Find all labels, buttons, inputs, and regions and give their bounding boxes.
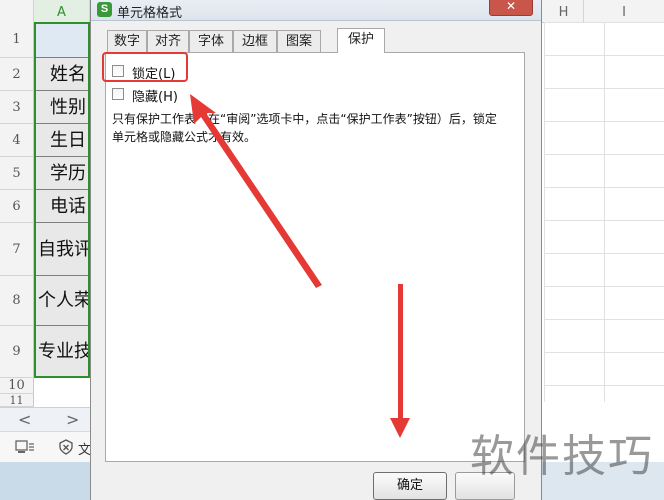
view-toggle-icon[interactable] xyxy=(14,438,36,456)
close-button[interactable]: ✕ xyxy=(489,0,533,16)
protection-panel: 锁定(L) 隐藏(H) 只有保护工作表（在“审阅”选项卡中，点击“保护工作表”按… xyxy=(105,52,525,462)
hide-option[interactable]: 隐藏(H) xyxy=(112,86,192,105)
tab-border[interactable]: 边框 xyxy=(233,30,277,52)
row-header-10[interactable]: 10 xyxy=(0,378,34,394)
row-header-9[interactable]: 9 xyxy=(0,326,34,378)
hide-checkbox-label[interactable]: 隐藏(H) xyxy=(132,86,178,105)
row-header-11[interactable]: 11 xyxy=(0,394,34,407)
select-all-corner[interactable] xyxy=(0,0,34,22)
lock-checkbox[interactable] xyxy=(112,65,124,77)
tab-font[interactable]: 字体 xyxy=(189,30,233,52)
cell-a4[interactable]: 生日 xyxy=(34,124,90,157)
ok-button[interactable]: 确定 xyxy=(373,472,447,500)
row-header-1[interactable]: 1 xyxy=(0,22,34,58)
row-header-6[interactable]: 6 xyxy=(0,190,34,223)
row-header-5[interactable]: 5 xyxy=(0,157,34,190)
cell-a2[interactable]: 姓名 xyxy=(34,58,90,91)
cell-a7[interactable]: 自我评价 xyxy=(34,223,90,276)
cell-a8[interactable]: 个人荣誉 xyxy=(34,276,90,326)
column-header-i[interactable]: I xyxy=(584,0,664,22)
cell-a5[interactable]: 学历 xyxy=(34,157,90,190)
cell-a3[interactable]: 性别 xyxy=(34,91,90,124)
protection-hint-text: 只有保护工作表（在“审阅”选项卡中，点击“保护工作表”按钮）后，锁定单元格或隐藏… xyxy=(112,112,497,144)
protection-shield-icon[interactable] xyxy=(58,439,74,455)
lock-option[interactable]: 锁定(L) xyxy=(112,63,192,82)
row-header-2[interactable]: 2 xyxy=(0,58,34,91)
tab-number[interactable]: 数字 xyxy=(107,30,147,52)
wps-app-icon: S xyxy=(97,2,112,17)
tab-alignment[interactable]: 对齐 xyxy=(147,30,189,52)
row-header-8[interactable]: 8 xyxy=(0,276,34,326)
lock-checkbox-label[interactable]: 锁定(L) xyxy=(132,63,175,82)
cell-a6[interactable]: 电话 xyxy=(34,190,90,223)
status-bar: 文 xyxy=(0,431,91,462)
row-header-7[interactable]: 7 xyxy=(0,223,34,276)
sheet-navigation: < > xyxy=(0,407,90,432)
column-header-h[interactable]: H xyxy=(544,0,584,22)
tab-protection[interactable]: 保护 xyxy=(337,28,385,53)
tab-pattern[interactable]: 图案 xyxy=(277,30,321,52)
column-header-a[interactable]: A xyxy=(34,0,90,22)
row-header-4[interactable]: 4 xyxy=(0,124,34,157)
watermark: 软件技巧 xyxy=(470,431,654,482)
sheet-prev-arrow-icon[interactable]: < xyxy=(18,410,31,429)
sheet-next-arrow-icon[interactable]: > xyxy=(66,410,79,429)
hide-checkbox[interactable] xyxy=(112,88,124,100)
cell-a1[interactable] xyxy=(34,22,90,58)
dialog-titlebar[interactable]: S 单元格格式 ✕ xyxy=(91,0,541,21)
row-header-3[interactable]: 3 xyxy=(0,91,34,124)
empty-grid-area[interactable] xyxy=(544,22,664,402)
cell-a9[interactable]: 专业技能 xyxy=(34,326,90,378)
dialog-title: 单元格格式 xyxy=(117,6,183,21)
